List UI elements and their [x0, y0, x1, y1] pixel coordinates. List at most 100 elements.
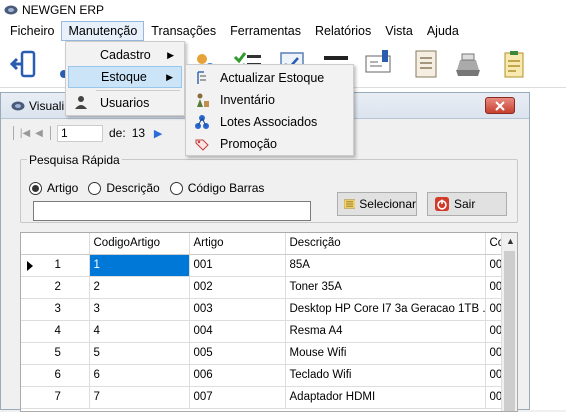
menu-transacoes[interactable]: Transações — [144, 21, 223, 41]
table-row[interactable]: 4 4 004 Resma A4 00 — [21, 320, 517, 343]
menu-separator — [96, 90, 180, 91]
next-record-icon[interactable]: ▶ — [151, 126, 165, 140]
table-row[interactable]: 6 6 006 Teclado Wifi 00 — [21, 364, 517, 387]
cell-artigo[interactable]: 007 — [189, 386, 286, 409]
list-icon — [344, 199, 356, 209]
table-row[interactable]: 7 7 007 Adaptador HDMI 00 — [21, 386, 517, 409]
row-header[interactable]: 7 — [21, 386, 90, 409]
submenu-arrow-icon: ▶ — [166, 71, 173, 82]
menu-ajuda[interactable]: Ajuda — [420, 21, 466, 41]
row-header[interactable]: 2 — [21, 276, 90, 299]
radio-artigo-label: Artigo — [47, 181, 79, 195]
cell-codigo[interactable]: 2 — [89, 276, 190, 299]
cell-artigo[interactable]: 003 — [189, 298, 286, 321]
table-row[interactable]: 2 2 002 Toner 35A 00 — [21, 276, 517, 299]
menu-item-cadastro[interactable]: Cadastro ▶ — [68, 44, 182, 66]
column-header-artigo[interactable]: Artigo — [189, 233, 286, 255]
vertical-scrollbar[interactable]: ▲ — [501, 233, 517, 411]
cell-artigo[interactable]: 004 — [189, 320, 286, 343]
cell-artigo[interactable]: 005 — [189, 342, 286, 365]
cell-descricao[interactable]: 85A — [285, 254, 486, 277]
menu-item-estoque[interactable]: Estoque ▶ — [68, 66, 182, 88]
cell-descricao[interactable]: Teclado Wifi — [285, 364, 486, 387]
row-header[interactable]: 4 — [21, 320, 90, 343]
cell-descricao[interactable]: Desktop HP Core I7 3a Geracao 1TB ... — [285, 298, 486, 321]
scroll-up-icon[interactable]: ▲ — [506, 236, 515, 246]
radio-codigo-barras[interactable]: Código Barras — [169, 181, 265, 195]
menu-relatorios[interactable]: Relatórios — [308, 21, 378, 41]
menu-ficheiro[interactable]: Ficheiro — [3, 21, 61, 41]
navigator-divider — [13, 126, 14, 140]
table-row[interactable]: 3 3 003 Desktop HP Core I7 3a Geracao 1T… — [21, 298, 517, 321]
row-header[interactable]: 1 — [21, 254, 90, 277]
cell-descricao[interactable]: Mouse Wifi — [285, 342, 486, 365]
cell-codigo[interactable]: 7 — [89, 386, 190, 409]
cell-codigo[interactable]: 1 — [89, 254, 190, 277]
cell-descricao[interactable]: Resma A4 — [285, 320, 486, 343]
articles-grid: CodigoArtigo Artigo Descrição Co 1 1 001… — [20, 232, 518, 412]
power-off-icon — [435, 197, 449, 211]
exit-button-label: Sair — [454, 197, 476, 211]
first-record-icon[interactable]: |◀ — [18, 126, 32, 140]
radio-codigo-barras-label: Código Barras — [187, 181, 265, 195]
menu-item-promocao[interactable]: Promoção — [188, 133, 351, 155]
record-count: 13 — [131, 126, 146, 140]
radio-artigo[interactable]: Artigo — [29, 181, 78, 195]
menu-item-promocao-label: Promoção — [220, 137, 277, 151]
inventory-icon — [197, 93, 209, 107]
clipboard-icon[interactable] — [498, 48, 530, 80]
menu-manutencao[interactable]: Manutenção — [61, 21, 145, 41]
update-stock-icon — [197, 71, 206, 84]
cell-codigo[interactable]: 6 — [89, 364, 190, 387]
row-header[interactable]: 5 — [21, 342, 90, 365]
column-header-descricao[interactable]: Descrição — [285, 233, 486, 255]
record-navigator: |◀ ◀ 1 de: 13 ▶ — [9, 123, 165, 143]
menu-item-lotes-associados-label: Lotes Associados — [220, 115, 318, 129]
menu-bar: Ficheiro Manutenção Transações Ferrament… — [0, 20, 566, 42]
position-field[interactable]: 1 — [57, 124, 103, 142]
child-title: Visuali — [29, 98, 65, 113]
estoque-submenu: Actualizar Estoque Inventário Lotes Asso… — [185, 64, 354, 156]
menu-item-usuarios[interactable]: Usuarios — [68, 92, 182, 114]
menu-item-inventario[interactable]: Inventário — [188, 89, 351, 111]
menu-ferramentas[interactable]: Ferramentas — [223, 21, 308, 41]
title-bar: NEWGEN ERP — [0, 0, 566, 20]
radio-descricao-label: Descrição — [106, 181, 160, 195]
window-logo-icon — [11, 101, 25, 110]
search-input[interactable] — [33, 201, 311, 221]
menu-item-estoque-label: Estoque — [101, 70, 147, 84]
table-row[interactable]: 5 5 005 Mouse Wifi 00 — [21, 342, 517, 365]
exit-button[interactable]: Sair — [427, 192, 507, 216]
cell-artigo[interactable]: 006 — [189, 364, 286, 387]
menu-vista[interactable]: Vista — [378, 21, 420, 41]
exit-door-icon[interactable] — [8, 48, 40, 80]
select-button[interactable]: Selecionar — [337, 192, 417, 216]
navigator-divider — [50, 126, 51, 140]
row-header[interactable]: 6 — [21, 364, 90, 387]
document-icon[interactable] — [410, 48, 442, 80]
select-button-label: Selecionar — [359, 197, 416, 211]
close-button[interactable] — [485, 97, 515, 114]
cell-artigo[interactable]: 002 — [189, 276, 286, 299]
cell-codigo[interactable]: 3 — [89, 298, 190, 321]
cell-descricao[interactable]: Adaptador HDMI — [285, 386, 486, 409]
app-logo-icon — [4, 5, 18, 15]
radio-descricao[interactable]: Descrição — [88, 181, 160, 195]
close-icon — [495, 100, 505, 111]
current-row-icon — [27, 260, 33, 271]
app-title: NEWGEN ERP — [22, 3, 105, 17]
row-header[interactable]: 3 — [21, 298, 90, 321]
cash-register-icon[interactable] — [452, 48, 484, 80]
previous-record-icon[interactable]: ◀ — [32, 126, 46, 140]
cell-codigo[interactable]: 5 — [89, 342, 190, 365]
scroll-thumb[interactable] — [504, 251, 515, 411]
table-row[interactable]: 1 1 001 85A 00 — [21, 254, 517, 277]
network-report-icon[interactable] — [362, 48, 394, 80]
cell-codigo[interactable]: 4 — [89, 320, 190, 343]
row-header-corner — [21, 233, 90, 255]
cell-artigo[interactable]: 001 — [189, 254, 286, 277]
column-header-codigoartigo[interactable]: CodigoArtigo — [89, 233, 190, 255]
menu-item-lotes-associados[interactable]: Lotes Associados — [188, 111, 351, 133]
cell-descricao[interactable]: Toner 35A — [285, 276, 486, 299]
menu-item-actualizar-estoque[interactable]: Actualizar Estoque — [188, 67, 351, 89]
